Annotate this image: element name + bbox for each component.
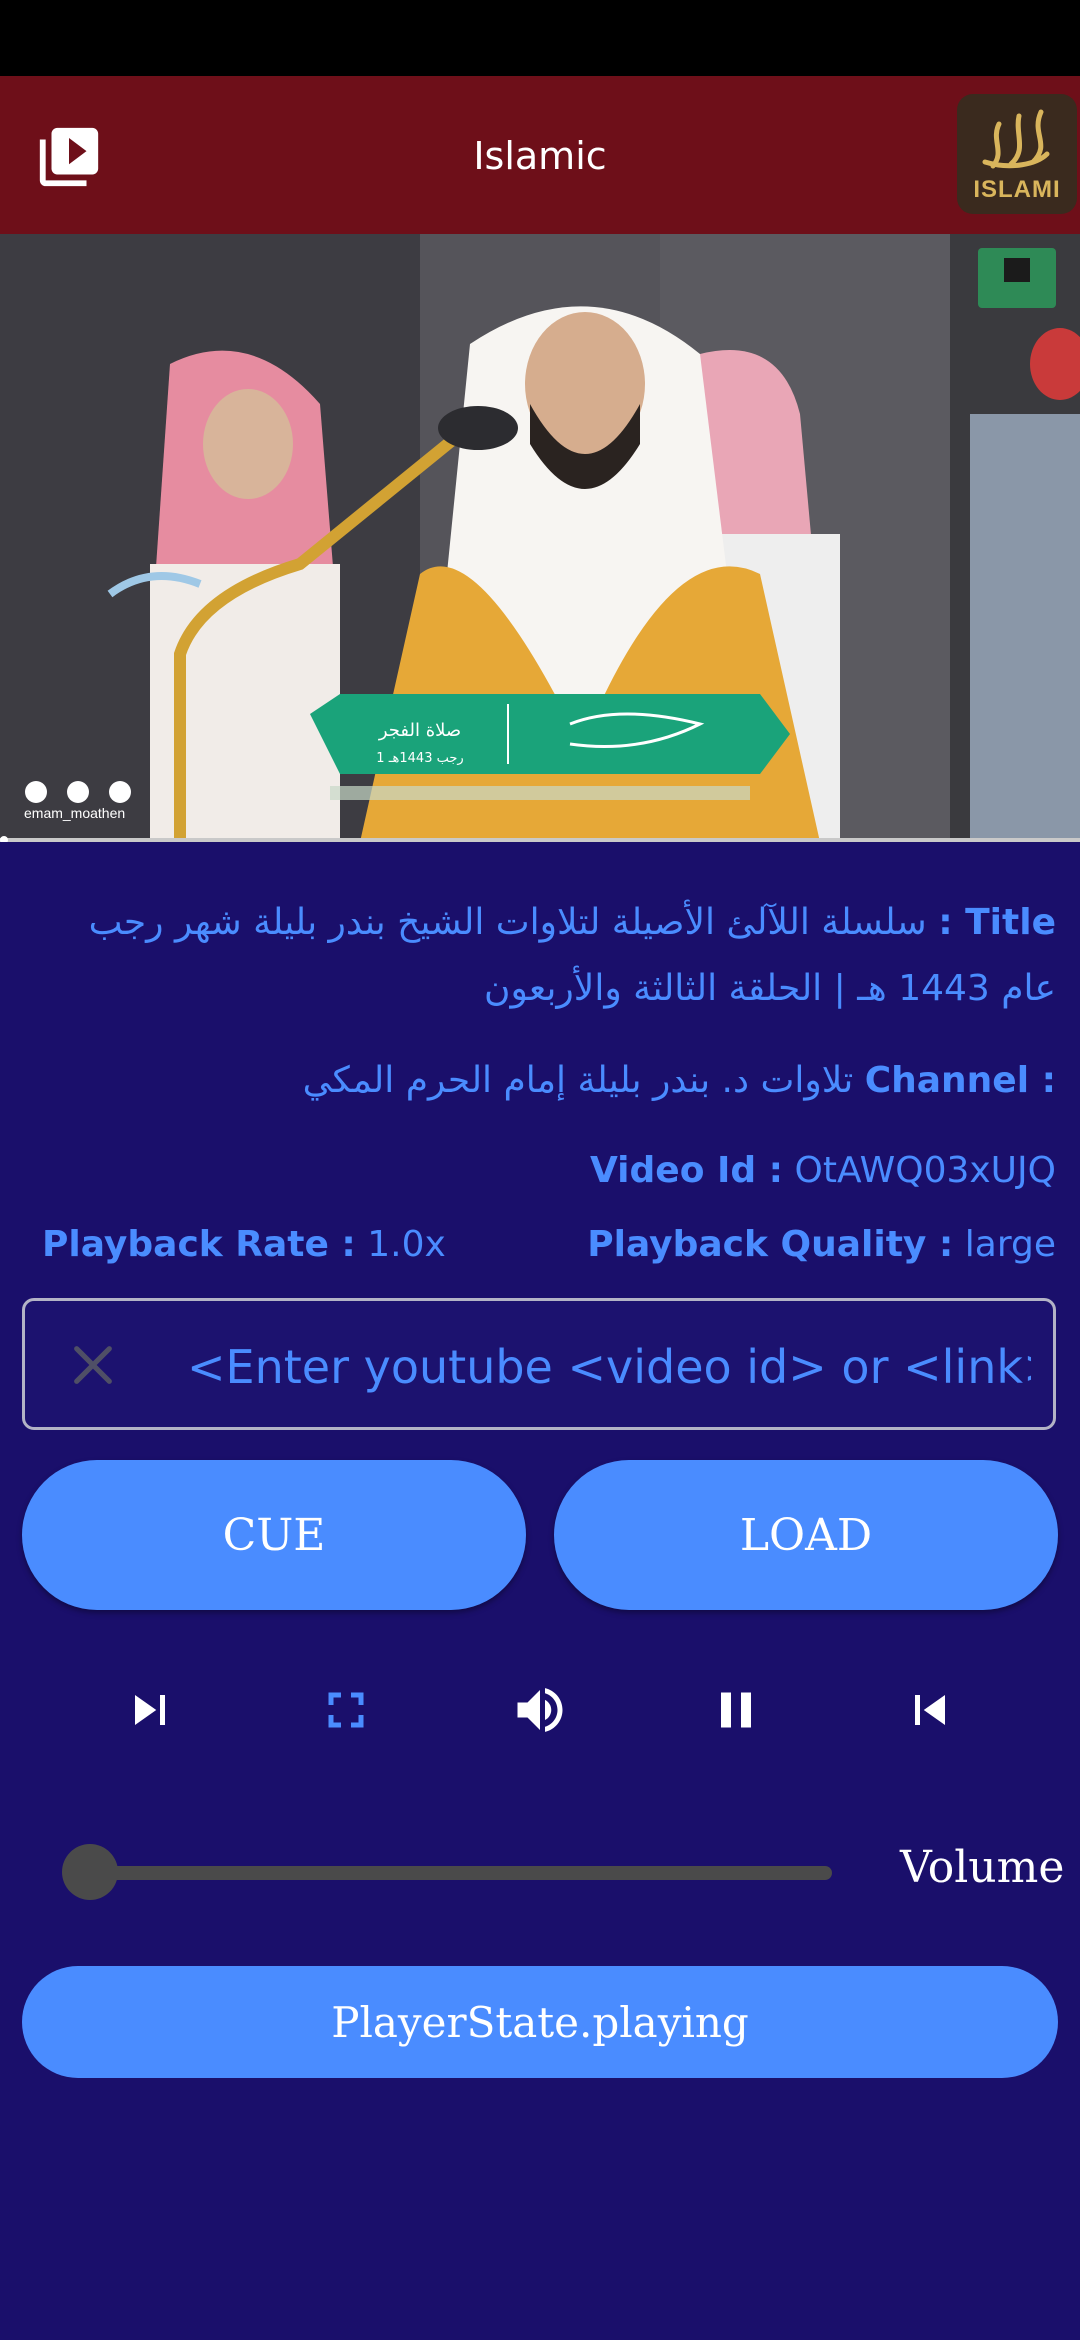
volume-slider-track[interactable] xyxy=(90,1866,832,1880)
video-id-label: Video Id : xyxy=(589,1150,784,1191)
skip-previous-icon[interactable] xyxy=(900,1680,960,1740)
video-progress-track[interactable] xyxy=(0,838,1080,842)
playback-rate-value: 1.0x xyxy=(367,1224,446,1265)
channel-value: تلاوات د. بندر بليلة إمام الحرم المكي xyxy=(302,1060,854,1101)
volume-slider-thumb[interactable] xyxy=(62,1844,118,1900)
channel-label: Channel : xyxy=(864,1060,1056,1101)
playback-quality-value: large xyxy=(964,1224,1056,1265)
playback-quality-label: Playback Quality : xyxy=(587,1224,954,1265)
channel-row: تلاوات د. بندر بليلة إمام الحرم المكي Ch… xyxy=(303,1060,1056,1101)
video-watermark: emam_moathen xyxy=(24,805,125,821)
playback-quality-row: Playback Quality : large xyxy=(587,1224,1056,1265)
video-id-input[interactable] xyxy=(185,1331,1033,1403)
title-value: سلسلة اللآلئ الأصيلة لتلاوات الشيخ بندر … xyxy=(88,902,1056,1009)
islami-logo[interactable]: ISLAMI xyxy=(957,94,1077,214)
video-player[interactable]: صلاة الفجر 1 رجب 1443هـ emam_moathen xyxy=(0,234,1080,842)
app-bar: Islamic ISLAMI xyxy=(0,76,1080,234)
video-title-row: Title : سلسلة اللآلئ الأصيلة لتلاوات الش… xyxy=(60,890,1056,1022)
pause-icon[interactable] xyxy=(706,1680,766,1740)
video-id-input-box[interactable] xyxy=(22,1298,1056,1430)
skip-next-icon[interactable] xyxy=(120,1680,180,1740)
video-id-value: OtAWQ03xUJQ xyxy=(794,1150,1056,1191)
video-id-row: Video Id : OtAWQ03xUJQ xyxy=(590,1150,1056,1191)
player-state-button[interactable]: PlayerState.playing xyxy=(22,1966,1058,2078)
cue-button[interactable]: CUE xyxy=(22,1460,526,1610)
title-label: Title : xyxy=(938,902,1056,943)
volume-icon[interactable] xyxy=(510,1680,570,1740)
banner-date: 1 رجب 1443هـ xyxy=(376,751,463,766)
status-bar xyxy=(0,0,1080,76)
fullscreen-icon[interactable] xyxy=(316,1680,376,1740)
playback-rate-label: Playback Rate : xyxy=(42,1224,356,1265)
logo-text: ISLAMI xyxy=(973,176,1061,203)
banner-prayer: صلاة الفجر xyxy=(378,720,461,741)
volume-label: Volume xyxy=(900,1842,1065,1893)
video-progress-thumb[interactable] xyxy=(0,836,8,842)
load-button[interactable]: LOAD xyxy=(554,1460,1058,1610)
app-title: Islamic xyxy=(473,134,607,178)
playback-rate-row: Playback Rate : 1.0x xyxy=(42,1224,446,1265)
video-frame: صلاة الفجر 1 رجب 1443هـ emam_moathen xyxy=(0,234,1080,842)
clear-icon[interactable] xyxy=(65,1337,121,1393)
calligraphy-mark xyxy=(982,109,1050,169)
